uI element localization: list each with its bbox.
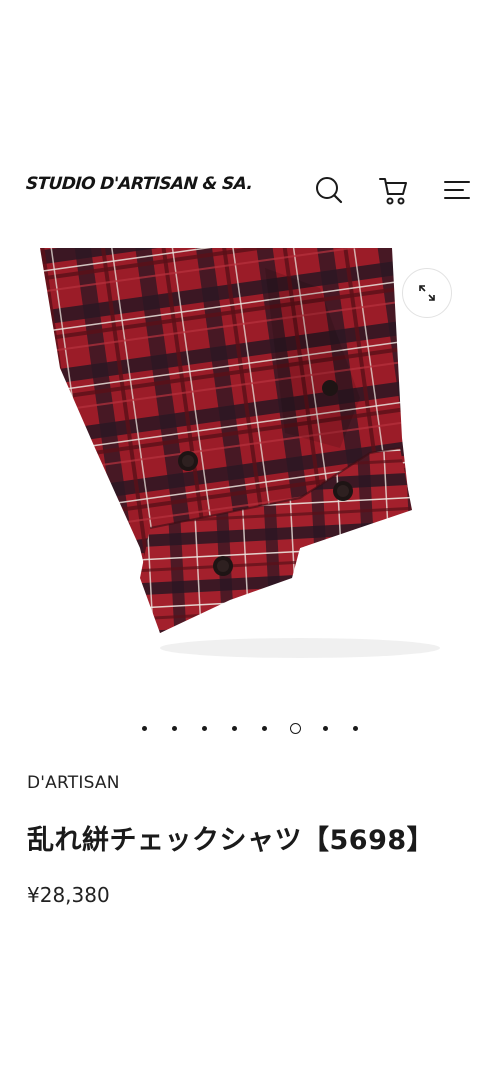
product-brand[interactable]: D'ARTISAN [27,773,120,793]
carousel-dot[interactable] [323,725,328,731]
carousel-dot[interactable] [353,725,358,731]
carousel-dot[interactable] [172,725,177,731]
carousel-dot[interactable] [202,725,207,731]
product-price: ¥28,380 [27,883,110,907]
menu-icon [444,181,470,199]
search-button[interactable] [309,170,349,210]
carousel-dot[interactable] [262,725,267,731]
carousel-dot[interactable] [142,725,147,731]
carousel-dot-active[interactable] [289,722,301,734]
cart-button[interactable] [373,170,413,210]
carousel-dots [0,718,500,738]
carousel-dot[interactable] [232,725,237,731]
search-icon [316,177,343,204]
product-title: 乱れ絣チェックシャツ【5698】 [27,825,435,856]
product-page: STUDIO D'ARTISAN & SA. D'ARTISAN 乱れ絣チェック… [0,0,500,1080]
site-header: STUDIO D'ARTISAN & SA. [0,160,500,220]
cart-icon [379,178,407,205]
expand-icon [419,285,435,301]
brand-logo[interactable]: STUDIO D'ARTISAN & SA. [25,174,253,194]
zoom-button[interactable] [402,268,452,318]
menu-button[interactable] [437,170,477,210]
